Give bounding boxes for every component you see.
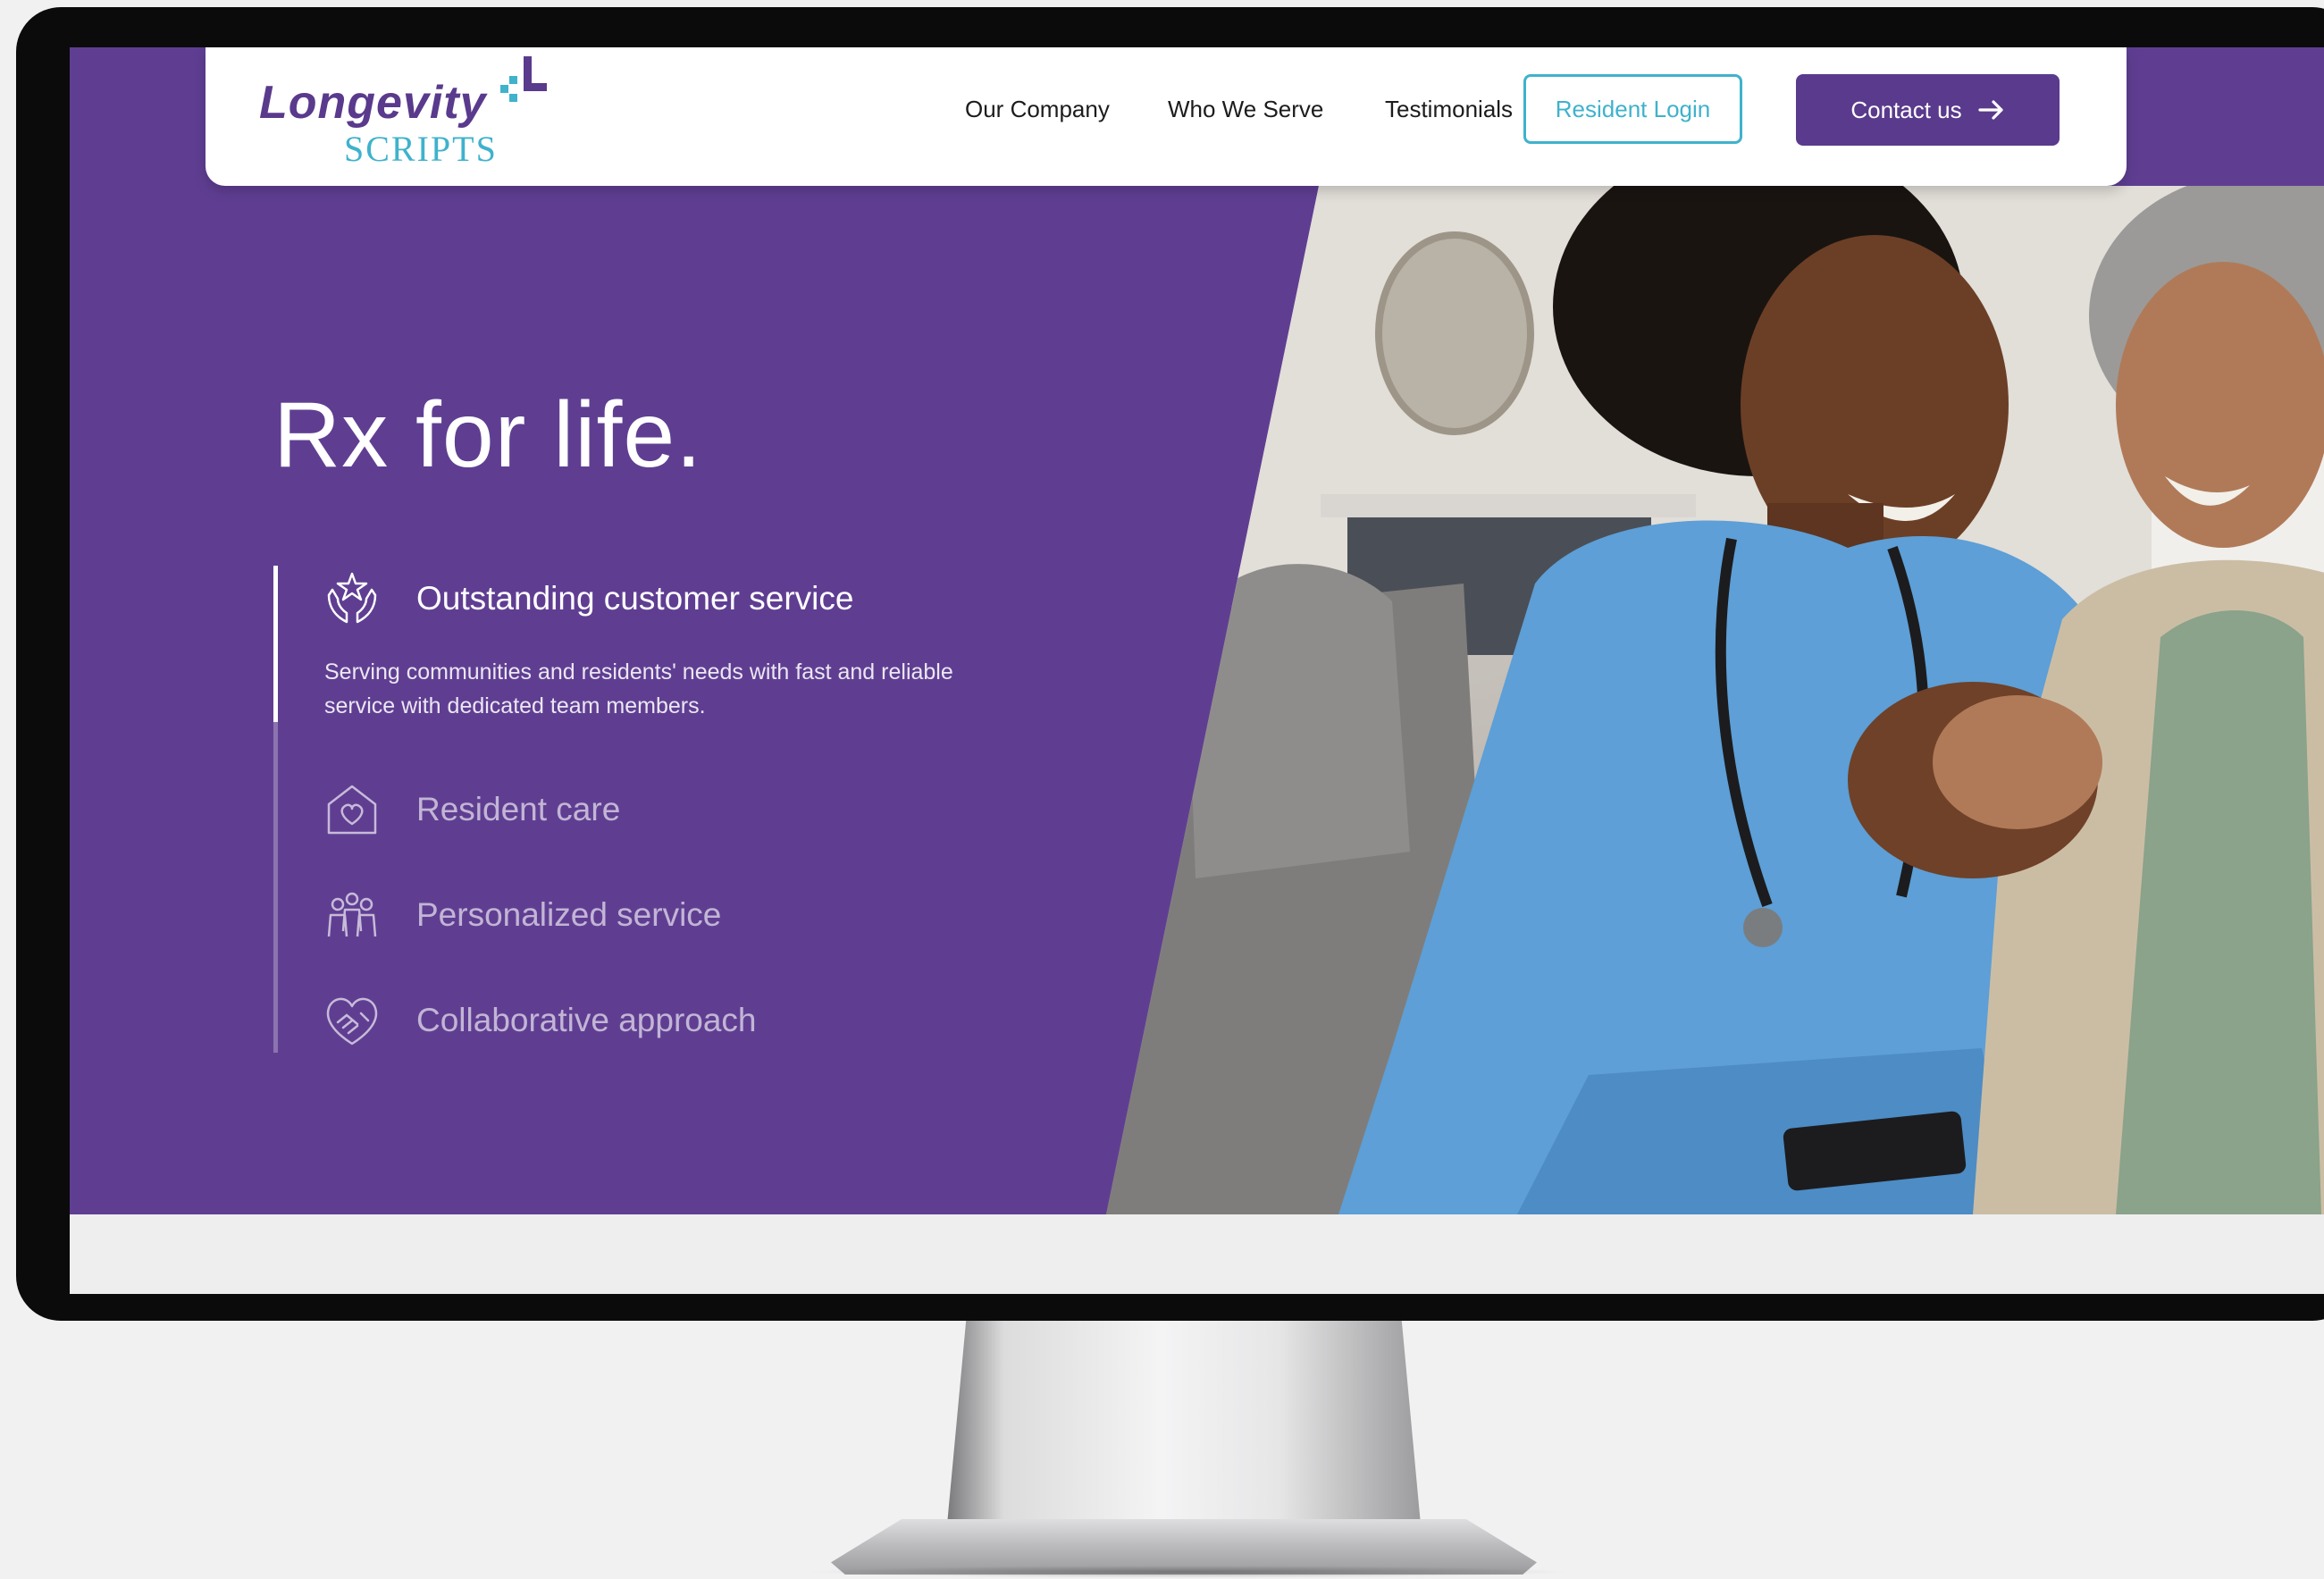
nav-link-who-we-serve[interactable]: Who We Serve [1168,96,1323,123]
hands-star-icon [327,572,377,624]
feature-collaborative-approach[interactable]: Collaborative approach [322,989,757,1052]
logo-wordmark: Longevity [259,77,487,129]
monitor-stand-shadow [804,1566,1573,1578]
feature-resident-care[interactable]: Resident care [322,778,620,841]
logo-plus-icon [500,56,547,102]
arrow-right-icon [1978,100,2003,120]
hero-headline: Rx for life. [273,383,703,487]
feature-label: Outstanding customer service [416,580,854,617]
nav-link-our-company[interactable]: Our Company [965,96,1110,123]
feature-outstanding-customer-service[interactable]: Outstanding customer service [322,567,853,630]
next-section-strip [70,1214,2324,1294]
feature-progress-indicator [273,566,278,722]
feature-label: Resident care [416,791,621,827]
monitor-screen: Longevity SCRIPTS Our Company Who We Ser… [70,47,2324,1294]
hero-section: Longevity SCRIPTS Our Company Who We Ser… [70,47,2324,1214]
house-heart-icon [327,785,377,835]
heart-handshake-icon [326,997,378,1046]
people-group-icon [327,892,377,937]
feature-label: Collaborative approach [416,1002,757,1038]
monitor-stand-neck [947,1321,1421,1524]
contact-us-label: Contact us [1850,96,1962,123]
resident-login-button[interactable]: Resident Login [1523,74,1742,144]
top-navbar: Longevity SCRIPTS Our Company Who We Ser… [206,47,2127,186]
resident-login-label: Resident Login [1555,95,1711,122]
logo-subtitle: SCRIPTS [344,129,498,169]
contact-us-button[interactable]: Contact us [1796,74,2060,146]
monitor-bezel: Longevity SCRIPTS Our Company Who We Ser… [16,7,2324,1321]
brand-logo[interactable]: Longevity SCRIPTS [259,56,554,181]
feature-personalized-service[interactable]: Personalized service [322,884,721,946]
nav-link-testimonials[interactable]: Testimonials [1385,96,1513,123]
feature-description: Serving communities and residents' needs… [324,659,953,718]
feature-label: Personalized service [416,896,722,933]
